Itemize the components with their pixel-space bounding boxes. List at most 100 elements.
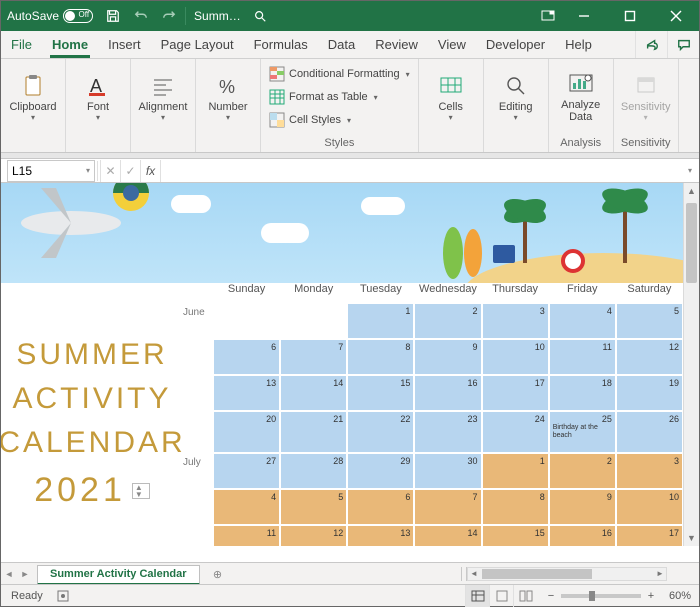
- calendar-cell[interactable]: 6: [213, 339, 280, 375]
- tab-formulas[interactable]: Formulas: [244, 31, 318, 58]
- calendar-cell[interactable]: 20: [213, 411, 280, 453]
- calendar-cell[interactable]: 2: [414, 303, 481, 339]
- calendar-cell[interactable]: 19: [616, 375, 683, 411]
- calendar-cell[interactable]: 11: [549, 339, 616, 375]
- name-box[interactable]: L15 ▾: [7, 160, 95, 182]
- search-button[interactable]: [247, 1, 273, 31]
- calendar-cell[interactable]: 3: [616, 453, 683, 489]
- calendar-cell[interactable]: 2: [549, 453, 616, 489]
- font-button[interactable]: A Font ▾: [70, 61, 126, 133]
- minimize-button[interactable]: [561, 1, 607, 31]
- calendar-cell[interactable]: 8: [347, 339, 414, 375]
- calendar-cell[interactable]: 12: [616, 339, 683, 375]
- maximize-button[interactable]: [607, 1, 653, 31]
- tab-data[interactable]: Data: [318, 31, 365, 58]
- comments-button[interactable]: [667, 31, 699, 58]
- zoom-in-button[interactable]: +: [645, 590, 657, 602]
- tab-developer[interactable]: Developer: [476, 31, 555, 58]
- calendar-cell[interactable]: 4: [549, 303, 616, 339]
- save-button[interactable]: [99, 1, 127, 31]
- calendar-cell[interactable]: 10: [482, 339, 549, 375]
- calendar-cell[interactable]: [213, 303, 280, 339]
- calendar-cell[interactable]: 5: [280, 489, 347, 525]
- cell-styles-button[interactable]: Cell Styles▾: [265, 109, 355, 131]
- horizontal-scrollbar[interactable]: ◄►: [467, 567, 667, 581]
- sheet-tab-active[interactable]: Summer Activity Calendar: [37, 565, 200, 585]
- calendar-cell[interactable]: 25Birthday at the beach: [549, 411, 616, 453]
- calendar-cell[interactable]: 9: [549, 489, 616, 525]
- year-spinner[interactable]: 2021 ▲▼: [34, 471, 150, 510]
- autosave-toggle[interactable]: AutoSave Off: [1, 9, 99, 23]
- calendar-cell[interactable]: 15: [347, 375, 414, 411]
- formula-input[interactable]: [160, 160, 681, 182]
- share-button[interactable]: [635, 31, 667, 58]
- tab-review[interactable]: Review: [365, 31, 428, 58]
- tab-home[interactable]: Home: [42, 31, 98, 58]
- calendar-cell[interactable]: 7: [280, 339, 347, 375]
- enter-formula-button[interactable]: ✓: [120, 160, 140, 182]
- calendar-cell[interactable]: 27: [213, 453, 280, 489]
- calendar-cell[interactable]: 3: [482, 303, 549, 339]
- calendar-cell[interactable]: 6: [347, 489, 414, 525]
- editing-button[interactable]: Editing ▾: [488, 61, 544, 133]
- alignment-button[interactable]: Alignment ▾: [135, 61, 191, 133]
- calendar-cell[interactable]: 17: [616, 525, 683, 546]
- calendar-cell[interactable]: 14: [414, 525, 481, 546]
- tab-insert[interactable]: Insert: [98, 31, 151, 58]
- calendar-cell[interactable]: 12: [280, 525, 347, 546]
- calendar-cell[interactable]: 22: [347, 411, 414, 453]
- page-layout-view-button[interactable]: [489, 585, 513, 607]
- close-button[interactable]: [653, 1, 699, 31]
- calendar-cell[interactable]: 1: [347, 303, 414, 339]
- calendar-cell[interactable]: 13: [347, 525, 414, 546]
- tab-page-layout[interactable]: Page Layout: [151, 31, 244, 58]
- calendar-cell[interactable]: 1: [482, 453, 549, 489]
- calendar-cell[interactable]: 10: [616, 489, 683, 525]
- expand-formula-bar-button[interactable]: ▾: [681, 166, 699, 175]
- calendar-cell[interactable]: 14: [280, 375, 347, 411]
- conditional-formatting-button[interactable]: Conditional Formatting▾: [265, 63, 414, 85]
- zoom-out-button[interactable]: −: [545, 590, 557, 602]
- clipboard-button[interactable]: Clipboard ▾: [5, 61, 61, 133]
- sheet-nav-next[interactable]: ►: [17, 563, 33, 585]
- calendar-cell[interactable]: 9: [414, 339, 481, 375]
- macro-record-button[interactable]: [53, 589, 73, 603]
- zoom-control[interactable]: − + 60%: [537, 590, 699, 602]
- calendar-cell[interactable]: [280, 303, 347, 339]
- calendar-cell[interactable]: 13: [213, 375, 280, 411]
- scrollbar-thumb[interactable]: [686, 203, 697, 283]
- calendar-cell[interactable]: 8: [482, 489, 549, 525]
- vertical-scrollbar[interactable]: ▲ ▼: [683, 183, 699, 546]
- calendar-cell[interactable]: 21: [280, 411, 347, 453]
- sheet-canvas[interactable]: SUMMER ACTIVITY CALENDAR 2021 ▲▼ JuneJul…: [1, 183, 683, 546]
- zoom-slider[interactable]: [561, 594, 641, 598]
- calendar-cell[interactable]: 11: [213, 525, 280, 546]
- redo-button[interactable]: [155, 1, 183, 31]
- analyze-data-button[interactable]: Analyze Data: [553, 61, 609, 133]
- calendar-cell[interactable]: 28: [280, 453, 347, 489]
- calendar-cell[interactable]: 24: [482, 411, 549, 453]
- cells-button[interactable]: Cells ▾: [423, 61, 479, 133]
- undo-button[interactable]: [127, 1, 155, 31]
- calendar-cell[interactable]: 7: [414, 489, 481, 525]
- format-as-table-button[interactable]: Format as Table▾: [265, 86, 382, 108]
- calendar-cell[interactable]: 4: [213, 489, 280, 525]
- calendar-cell[interactable]: 15: [482, 525, 549, 546]
- calendar-cell[interactable]: 5: [616, 303, 683, 339]
- calendar-cell[interactable]: 23: [414, 411, 481, 453]
- zoom-level[interactable]: 60%: [661, 590, 691, 602]
- calendar-cell[interactable]: 30: [414, 453, 481, 489]
- normal-view-button[interactable]: [465, 585, 489, 607]
- calendar-cell[interactable]: 29: [347, 453, 414, 489]
- calendar-cell[interactable]: 18: [549, 375, 616, 411]
- sheet-nav-prev[interactable]: ◄: [1, 563, 17, 585]
- cancel-formula-button[interactable]: ✕: [100, 160, 120, 182]
- calendar-cell[interactable]: 26: [616, 411, 683, 453]
- number-button[interactable]: % Number ▾: [200, 61, 256, 133]
- tab-view[interactable]: View: [428, 31, 476, 58]
- insert-function-button[interactable]: fx: [140, 160, 160, 182]
- new-sheet-button[interactable]: ⊕: [206, 565, 230, 585]
- calendar-cell[interactable]: 16: [549, 525, 616, 546]
- tab-help[interactable]: Help: [555, 31, 602, 58]
- calendar-cell[interactable]: 16: [414, 375, 481, 411]
